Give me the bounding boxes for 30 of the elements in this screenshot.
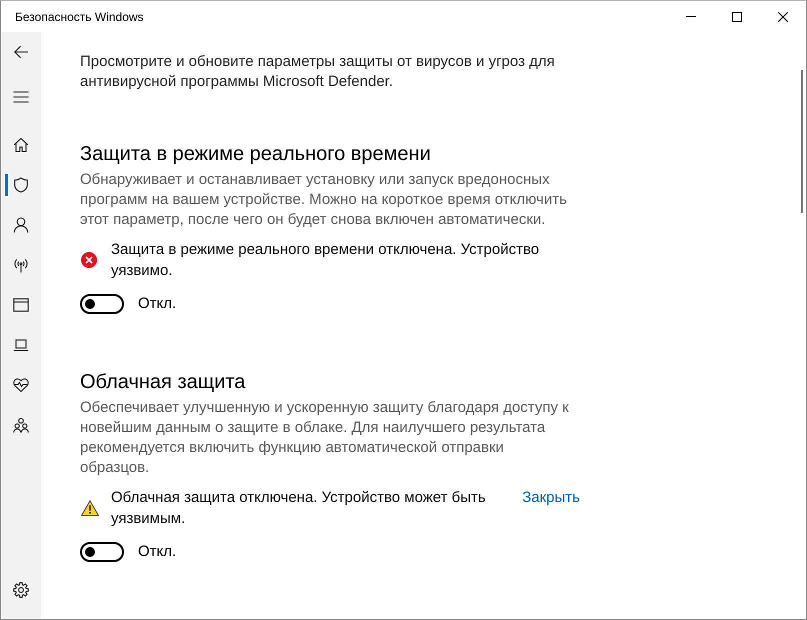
section-heading: Защита в режиме реального времени bbox=[80, 142, 432, 166]
settings-icon bbox=[13, 582, 29, 598]
scrollbar-thumb[interactable] bbox=[801, 70, 803, 213]
dismiss-link[interactable]: Закрыть bbox=[522, 487, 580, 508]
back-arrow-icon bbox=[13, 44, 29, 60]
people-icon bbox=[13, 417, 29, 433]
wireless-signal-icon bbox=[13, 257, 29, 273]
intro-text: Просмотрите и обновите параметры защиты от вирусов и угроз для антивирусной программы Microsoft Defender. bbox=[80, 52, 556, 92]
section-description: Обеспечивает улучшенную и ускоренную защиту благодаря доступу к новейшим данным о защите в облаке. Для наилучшего результата рекомендуется включить функцию автоматической отправки образцов. bbox=[80, 398, 570, 478]
error-icon bbox=[81, 252, 97, 268]
window-icon bbox=[13, 297, 29, 313]
warning-icon bbox=[81, 500, 99, 516]
maximize-icon bbox=[732, 12, 742, 22]
shield-icon bbox=[13, 177, 29, 193]
alert-message: Защита в режиме реального времени отключена. Устройство уязвимо. bbox=[111, 240, 540, 281]
section-description: Обнаруживает и останавливает установку или запуск вредоносных программ на вашем устройстве. Можно на короткое время отключить этот параметр, после чего он будет снова включен автоматически. bbox=[80, 170, 568, 230]
menu-icon bbox=[13, 89, 29, 105]
toggle-switch[interactable] bbox=[80, 542, 124, 562]
heart-pulse-icon bbox=[13, 377, 29, 393]
minimize-icon bbox=[686, 16, 696, 17]
toggle-switch[interactable] bbox=[80, 294, 124, 314]
toggle-state-label: Откл. bbox=[138, 294, 176, 314]
home-icon bbox=[13, 137, 29, 153]
laptop-icon bbox=[13, 337, 29, 353]
person-icon bbox=[13, 217, 29, 233]
alert-message: Облачная защита отключена. Устройство может быть уязвимым. bbox=[111, 488, 487, 529]
close-icon bbox=[778, 12, 788, 22]
window-title: Безопасность Windows bbox=[15, 10, 144, 24]
toggle-state-label: Откл. bbox=[138, 542, 176, 562]
section-heading: Облачная защита bbox=[80, 370, 246, 394]
